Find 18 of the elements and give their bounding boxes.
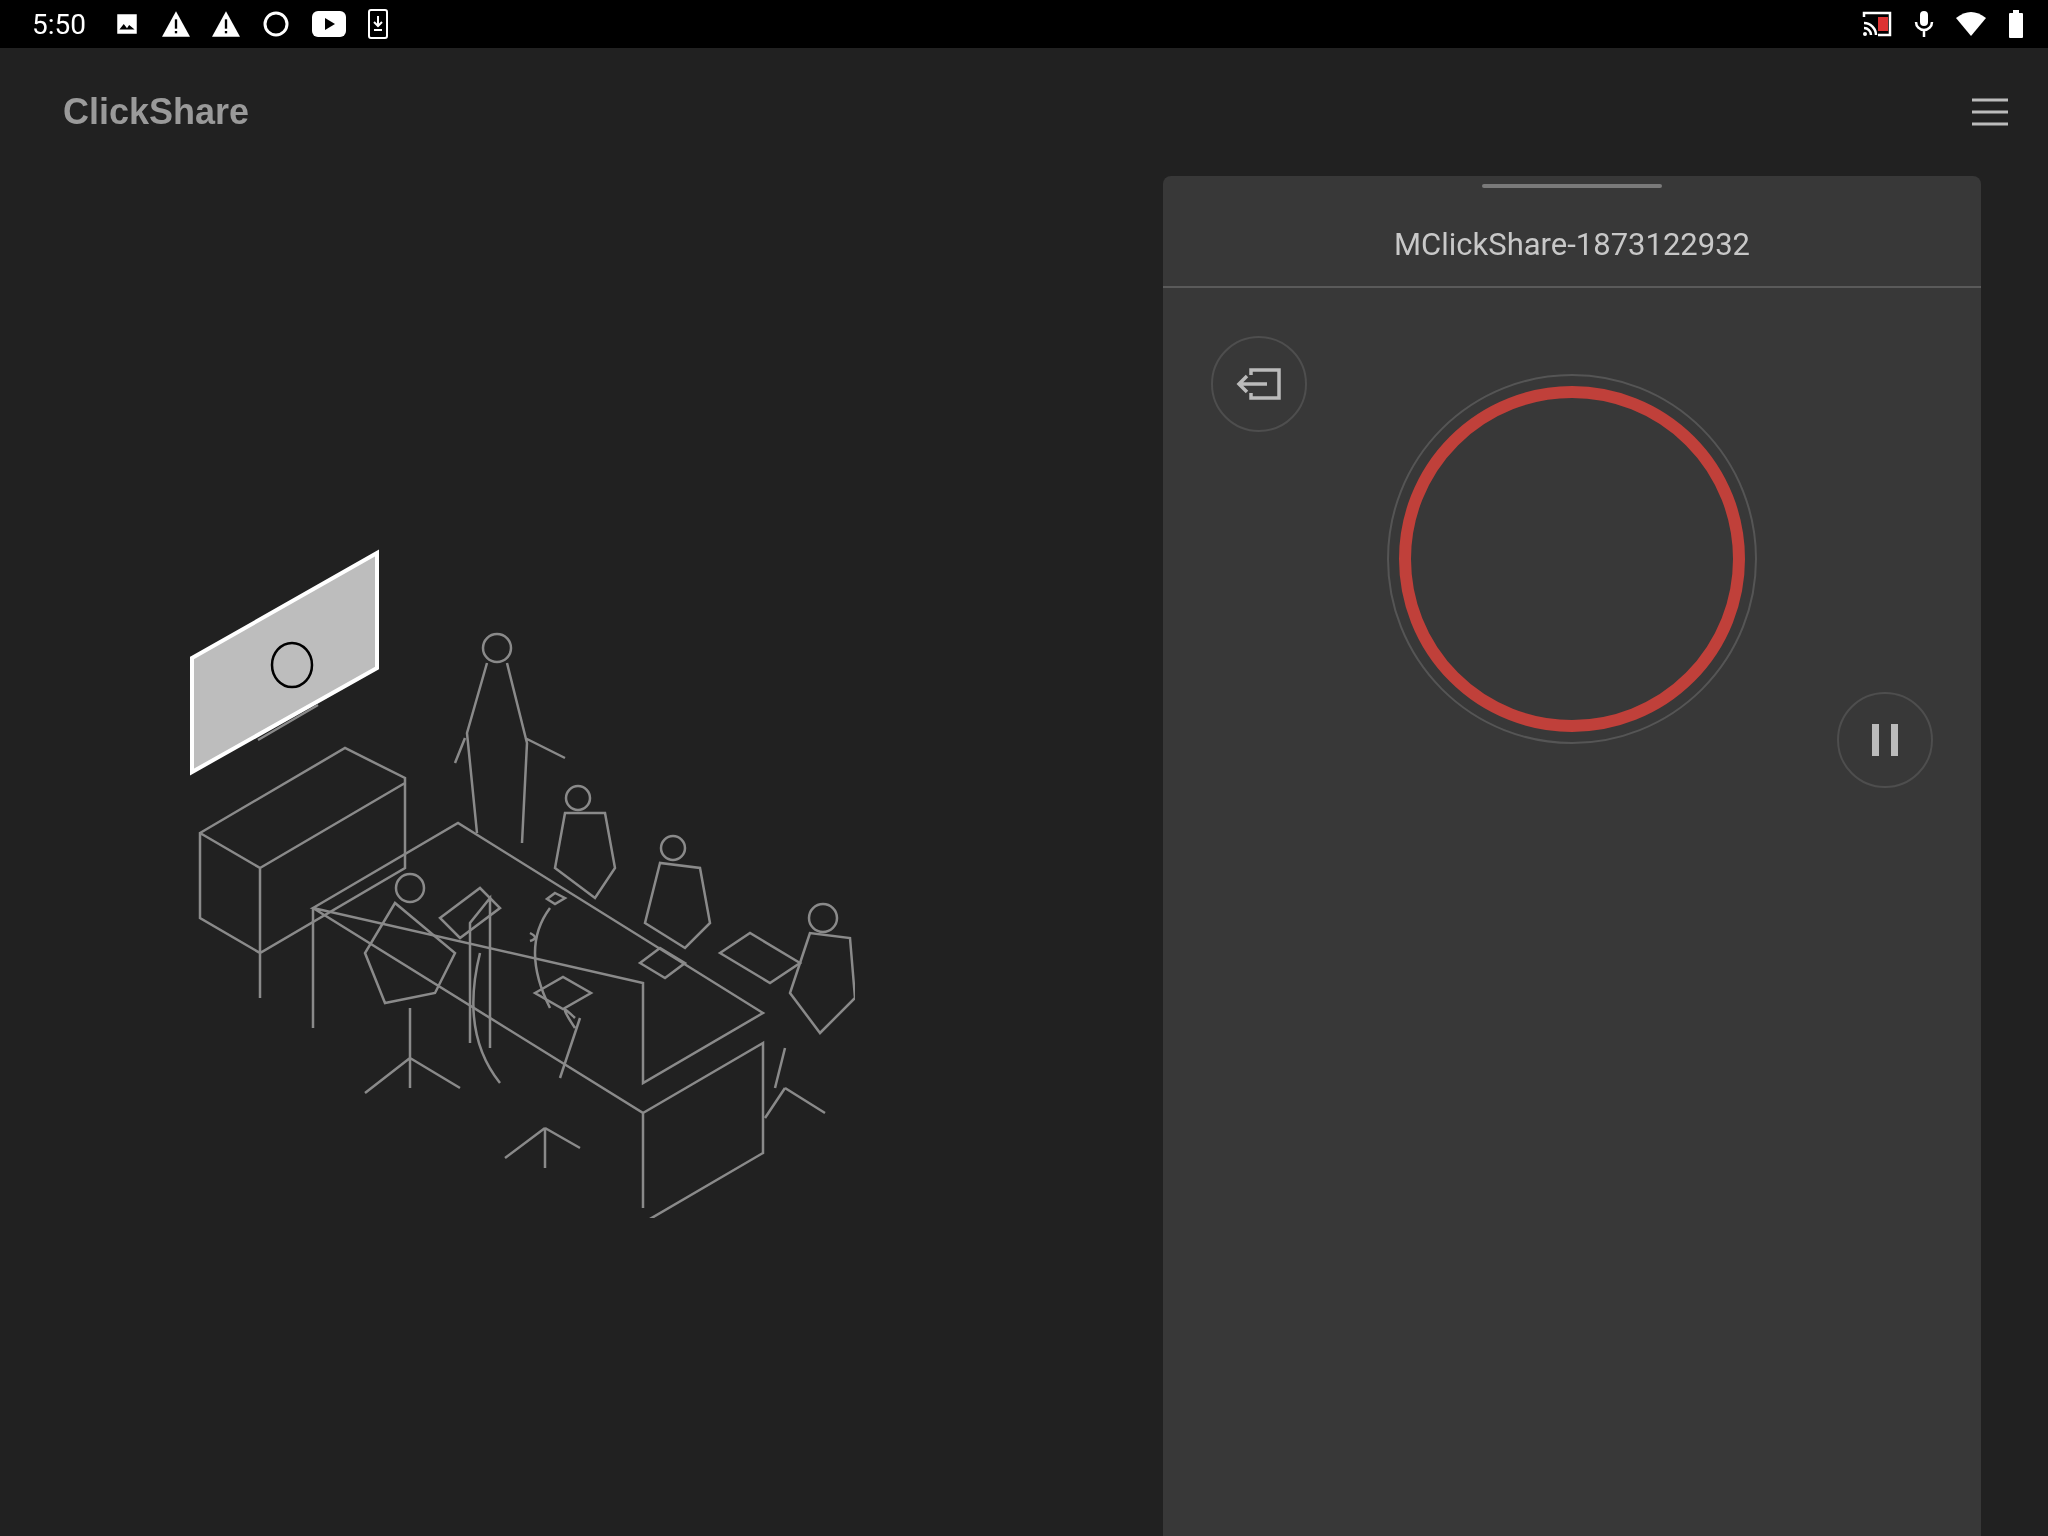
app-logo: ClickShare — [63, 91, 250, 133]
pause-icon — [1870, 723, 1900, 757]
play-icon — [312, 11, 346, 37]
image-icon — [114, 11, 140, 37]
battery-icon — [2008, 10, 2024, 38]
warning-icon — [212, 11, 240, 37]
status-time: 5:50 — [32, 7, 86, 41]
microphone-icon — [1914, 10, 1934, 38]
warning-icon — [162, 11, 190, 37]
cast-icon — [1862, 11, 1892, 37]
menu-button[interactable] — [1972, 98, 2008, 126]
download-icon — [368, 9, 388, 39]
drag-handle[interactable] — [1482, 184, 1662, 188]
circle-icon — [262, 10, 290, 38]
record-ring-icon — [1397, 384, 1747, 734]
exit-icon — [1235, 367, 1283, 401]
wifi-icon — [1956, 12, 1986, 36]
device-name: MClickShare-1873122932 — [1393, 226, 1750, 263]
